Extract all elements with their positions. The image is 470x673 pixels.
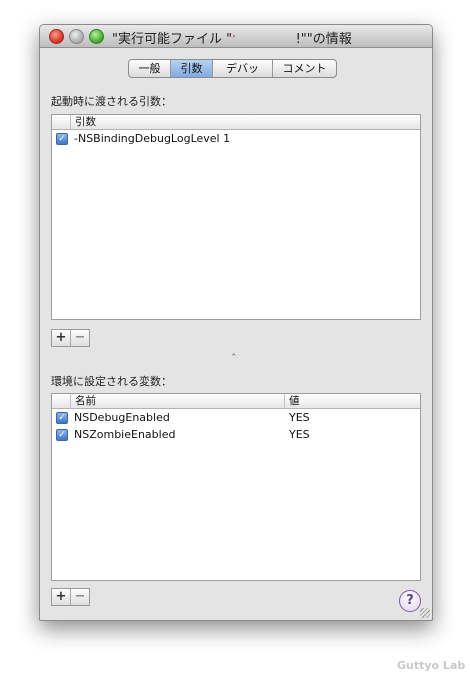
add-variable-button[interactable]: + <box>52 589 71 605</box>
table-row[interactable]: ✓ NSDebugEnabled YES <box>52 409 420 426</box>
help-button[interactable]: ? <box>399 590 421 612</box>
arguments-table-header: 引数 <box>52 115 420 130</box>
info-window: "実行可能ファイル "’ !""の情報 一般 引数 デバッグ コメント 起動時に渡… <box>39 24 433 621</box>
column-header-name[interactable]: 名前 <box>70 394 283 408</box>
tab-arguments[interactable]: 引数 <box>171 60 213 77</box>
resize-grip-icon[interactable] <box>420 608 430 618</box>
split-view-handle[interactable]: ⌃ <box>230 353 238 363</box>
title-suffix: !""の情報 <box>295 32 352 47</box>
env-name[interactable]: NSZombieEnabled <box>74 426 175 443</box>
zoom-button[interactable] <box>89 29 104 44</box>
arguments-add-remove: + − <box>51 329 90 347</box>
close-button[interactable] <box>49 29 64 44</box>
environment-add-remove: + − <box>51 588 90 606</box>
tab-general[interactable]: 一般 <box>129 60 171 77</box>
env-section-label: 環境に設定される変数： <box>51 375 172 388</box>
table-row[interactable]: ✓ -NSBindingDebugLogLevel 1 <box>52 130 420 147</box>
env-name[interactable]: NSDebugEnabled <box>74 409 170 426</box>
remove-argument-button[interactable]: − <box>71 330 89 346</box>
minimize-button[interactable] <box>69 29 84 44</box>
column-header-argument[interactable]: 引数 <box>70 115 415 129</box>
remove-variable-button[interactable]: − <box>71 589 89 605</box>
env-value[interactable]: YES <box>289 409 310 426</box>
tab-bar: 一般 引数 デバッグ コメント <box>128 59 337 78</box>
column-header-value[interactable]: 値 <box>284 394 419 408</box>
argument-enabled-checkbox[interactable]: ✓ <box>56 133 68 145</box>
argument-value[interactable]: -NSBindingDebugLogLevel 1 <box>74 130 230 147</box>
tab-comments[interactable]: コメント <box>273 60 336 77</box>
watermark: Guttyo Lab <box>397 659 466 672</box>
environment-table[interactable]: 名前 値 ✓ NSDebugEnabled YES ✓ NSZombieEnab… <box>51 393 421 581</box>
env-enabled-checkbox[interactable]: ✓ <box>56 412 68 424</box>
window-title: "実行可能ファイル "’ !""の情報 <box>112 28 430 47</box>
environment-table-header: 名前 値 <box>52 394 420 409</box>
tab-debug[interactable]: デバッグ <box>213 60 273 77</box>
title-prefix: "実行可能ファイル " <box>112 32 233 47</box>
arguments-table[interactable]: 引数 ✓ -NSBindingDebugLogLevel 1 <box>51 114 421 320</box>
table-row[interactable]: ✓ NSZombieEnabled YES <box>52 426 420 443</box>
env-enabled-checkbox[interactable]: ✓ <box>56 429 68 441</box>
title-bar[interactable]: "実行可能ファイル "’ !""の情報 <box>40 25 432 48</box>
env-value[interactable]: YES <box>289 426 310 443</box>
add-argument-button[interactable]: + <box>52 330 71 346</box>
arguments-section-label: 起動時に渡される引数： <box>51 95 172 108</box>
title-redacted: ’ <box>232 33 236 46</box>
